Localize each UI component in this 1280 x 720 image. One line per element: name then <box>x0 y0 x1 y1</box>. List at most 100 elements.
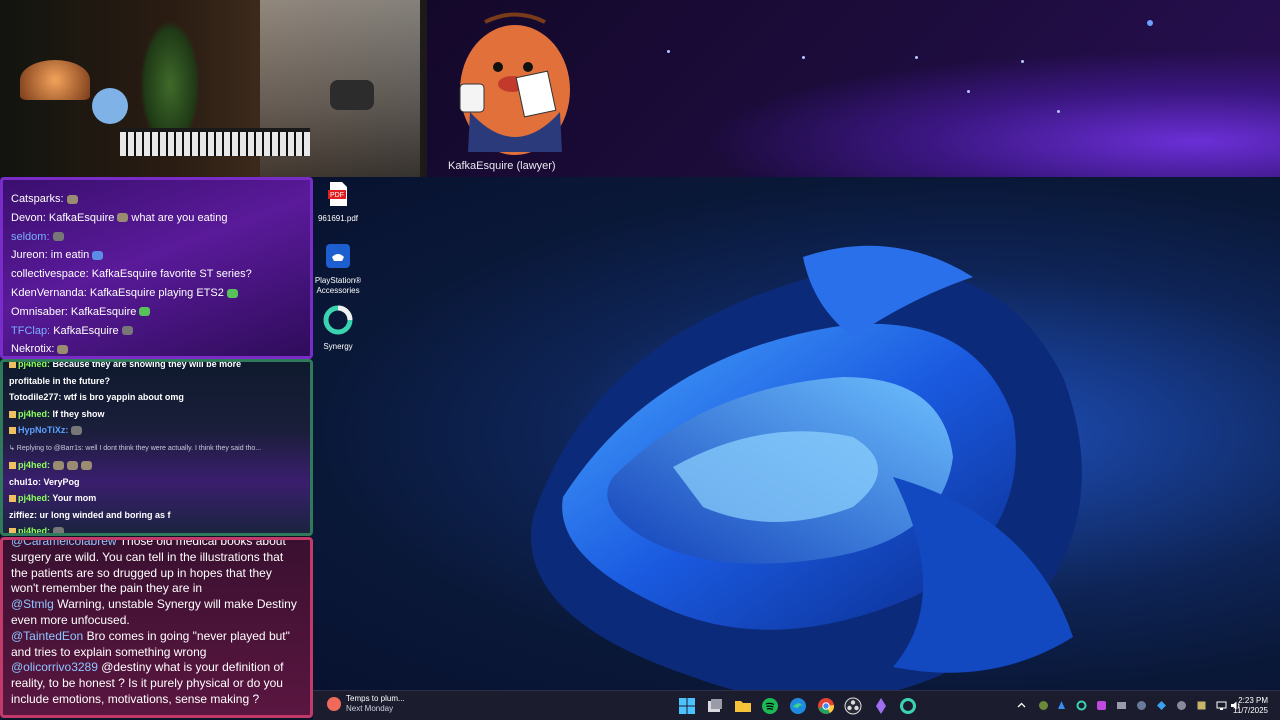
chat-line: seldom: <box>11 228 302 247</box>
chat-line: pj4hed: Because they are showing they wi… <box>9 359 304 373</box>
emote-icon <box>67 461 79 471</box>
star-decoration <box>1021 60 1024 63</box>
chat-username: pj4hed: <box>18 526 51 536</box>
chat-username: HypNoTiXz: <box>18 425 69 435</box>
subscriber-badge-icon <box>9 427 16 435</box>
mascot-illustration <box>459 12 570 155</box>
file-explorer-icon[interactable] <box>734 697 752 715</box>
chrome-icon[interactable] <box>817 697 835 715</box>
chat-username: Totodile277: <box>9 392 62 402</box>
weather-widget[interactable]: Temps to plum... Next Monday <box>327 694 405 714</box>
chat-line: pj4hed: <box>9 523 304 536</box>
chat-line: Jureon: im eatin <box>11 246 302 265</box>
tray-app-8-icon[interactable] <box>1196 700 1207 711</box>
chat-text: KafkaEsquire favorite ST series? <box>91 268 252 281</box>
emote-icon <box>226 288 238 298</box>
tray-app-6-icon[interactable] <box>1156 700 1167 711</box>
chat-text: ur long winded and boring as f <box>39 509 171 520</box>
chat-line: TFClap: KafkaEsquire <box>11 322 302 341</box>
task-view-icon[interactable] <box>706 697 724 715</box>
windows-bloom-wallpaper <box>531 245 1082 690</box>
subscriber-badge-icon <box>9 495 16 503</box>
star-decoration <box>802 56 805 59</box>
chat-message: @Stmlg Warning, unstable Synergy will ma… <box>11 597 302 629</box>
chat-username: Nekrotix: <box>11 343 55 356</box>
tray-app-7-icon[interactable] <box>1176 700 1187 711</box>
desktop-icon-synergy[interactable]: Synergy <box>313 305 366 352</box>
chat-line: pj4hed: Your mom <box>9 490 304 507</box>
webcam-feed <box>0 0 427 177</box>
chat-overlay-top: Catsparks: Devon: KafkaEsquire what are … <box>0 177 313 359</box>
synergy-taskbar-icon[interactable] <box>899 697 917 715</box>
chat-line: KdenVernanda: KafkaEsquire playing ETS2 <box>11 284 302 303</box>
chat-line: profitable in the future? <box>9 373 304 390</box>
chat-username: Omnisaber: <box>11 305 68 318</box>
steam-icon[interactable] <box>1136 700 1147 711</box>
app-icon[interactable] <box>872 697 890 715</box>
chat-text: Because they are showing they will be mo… <box>52 359 242 369</box>
star-decoration <box>1147 20 1153 26</box>
emote-icon <box>53 461 65 471</box>
tray-app-5-icon[interactable] <box>1116 700 1127 711</box>
desktop-icon-label: 961691.pdf <box>317 214 359 223</box>
star-decoration <box>667 50 670 53</box>
chat-line: Devon: KafkaEsquire what are you eating <box>11 209 302 228</box>
emote-icon <box>52 232 64 242</box>
chat-line: ↳ Replying to @Barr1s: well I dont think… <box>9 439 304 458</box>
chat-username: chul1o: <box>9 476 42 487</box>
chat-line: Nekrotix: <box>11 340 302 356</box>
start-icon[interactable] <box>678 697 696 715</box>
chat-line: Catsparks: <box>11 190 302 209</box>
desktop-icon-pdf[interactable]: PDF 961691.pdf <box>313 181 366 224</box>
tray-app-3-icon[interactable] <box>1076 700 1087 711</box>
chat-line: ziffiez: ur long winded and boring as f <box>9 507 304 524</box>
spotify-icon[interactable] <box>761 697 779 715</box>
chat-overlay-middle: pj4hed: Because they are showing they wi… <box>0 359 313 536</box>
tray-app-2-icon[interactable] <box>1056 700 1067 711</box>
emote-icon <box>92 250 104 260</box>
chat-text: profitable in the future? <box>9 375 110 386</box>
chat-text: KafkaEsquire playing ETS2 <box>89 286 224 299</box>
tray-app-1-icon[interactable] <box>1038 700 1049 711</box>
desktop-wallpaper: PDF 961691.pdf PlayStation® Accessories … <box>313 177 1280 690</box>
subscriber-badge-icon <box>9 462 16 470</box>
chat-overlay-bottom: @Caramelcolabrew Those old medical books… <box>0 537 313 718</box>
chat-username: seldom: <box>11 230 50 243</box>
chat-text: Warning, unstable Synergy will make Dest… <box>11 597 297 627</box>
chat-line: Omnisaber: KafkaEsquire <box>11 303 302 322</box>
chat-username: pj4hed: <box>18 493 51 503</box>
chat-username: pj4hed: <box>18 408 51 419</box>
chat-username: Catsparks: <box>11 193 64 205</box>
chat-message: @Caramelcolabrew Those old medical books… <box>11 540 302 597</box>
subscriber-badge-icon <box>9 528 16 533</box>
chat-username: pj4hed: <box>18 460 51 470</box>
obs-icon[interactable] <box>844 697 862 715</box>
network-icon[interactable] <box>1216 700 1227 711</box>
chat-text: KafkaEsquire <box>53 324 119 337</box>
chat-username: Devon: <box>11 211 46 224</box>
desktop-icon-label: PlayStation® Accessories <box>314 276 362 295</box>
star-decoration <box>1057 110 1060 113</box>
chat-message: @TaintedEon Bro comes in going "never pl… <box>11 629 302 661</box>
chat-text: Your mom <box>52 493 97 503</box>
chat-text: what are you eating <box>131 211 228 224</box>
emote-icon <box>81 461 93 471</box>
emote-icon <box>117 213 129 223</box>
chat-text: KafkaEsquire <box>48 211 115 224</box>
chevron-up-icon[interactable] <box>1016 700 1027 711</box>
tray-app-4-icon[interactable] <box>1096 700 1107 711</box>
chat-line: HypNoTiXz: <box>9 422 304 439</box>
star-decoration <box>967 90 970 93</box>
mascot-caption: KafkaEsquire (lawyer) <box>448 160 556 172</box>
chat-username: Jureon: <box>11 249 48 262</box>
emote-icon <box>139 307 151 317</box>
desktop-icon-playstation-accessories[interactable]: PlayStation® Accessories <box>313 243 366 296</box>
system-clock[interactable]: 2:23 PM 11/7/2025 <box>1233 696 1268 716</box>
emote-icon <box>53 527 65 533</box>
edge-icon[interactable] <box>789 697 807 715</box>
emote-icon <box>121 326 133 336</box>
clock-time: 2:23 PM <box>1238 696 1268 705</box>
windows-taskbar: Temps to plum... Next Monday 2:23 PM 11/… <box>313 690 1280 720</box>
playstation-accessories-icon <box>326 244 350 268</box>
subscriber-badge-icon <box>9 362 16 369</box>
